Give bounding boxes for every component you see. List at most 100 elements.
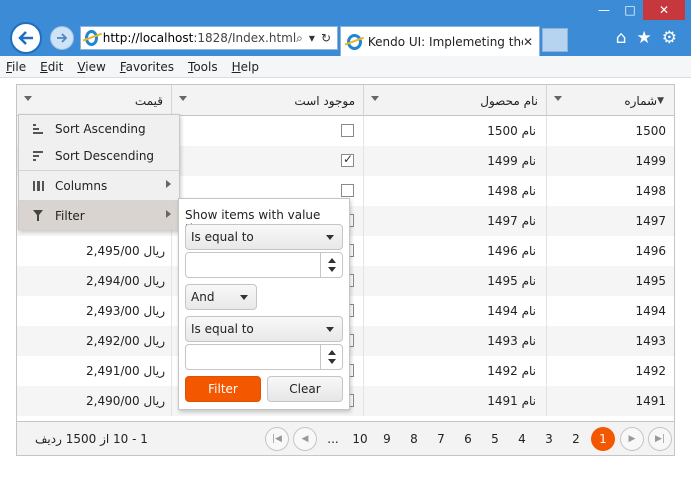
pager-page[interactable]: 6 (456, 427, 480, 451)
menu-filter[interactable]: Filter (19, 201, 179, 230)
grid-pager: |◀ ◀ ... 10 9 8 7 6 5 4 3 2 1 ▶ ▶| 1 - 1… (17, 421, 674, 455)
pager-page[interactable]: 7 (429, 427, 453, 451)
submenu-arrow-icon (166, 180, 171, 188)
close-button[interactable]: ✕ (643, 0, 685, 20)
cell-number: 1494 (546, 296, 674, 326)
sort-desc-icon: ▼ (657, 95, 664, 106)
cell-price: 2,495/00 ریال (86, 244, 165, 258)
minimize-button[interactable]: — (591, 0, 617, 20)
menu-sort-ascending[interactable]: Sort Ascending (19, 115, 179, 142)
menu-bar: File Edit View Favorites Tools Help (0, 56, 691, 78)
spin-down-icon[interactable] (328, 267, 336, 272)
column-menu-icon[interactable] (554, 96, 562, 101)
back-arrow-icon (18, 31, 33, 45)
filter-value-2[interactable] (185, 344, 343, 370)
cell-price: 2,492/00 ریال (86, 334, 165, 348)
filter-value-1[interactable] (185, 252, 343, 278)
cell-number: 1499 (546, 146, 674, 176)
grid-header: ▼ شماره نام محصول موجود است قیمت (17, 85, 674, 116)
header-product-name[interactable]: نام محصول (363, 85, 546, 116)
pager-info: 1 - 10 از 1500 ردیف (35, 432, 148, 446)
tab-close-icon[interactable]: ✕ (523, 35, 533, 49)
column-menu: Sort Ascending Sort Descending Columns F… (18, 114, 180, 230)
pager-page[interactable]: 2 (564, 427, 588, 451)
pager-page[interactable]: 3 (537, 427, 561, 451)
cell-in-stock (171, 146, 363, 176)
menu-edit[interactable]: Edit (40, 60, 63, 74)
sort-descending-icon (31, 149, 45, 163)
clear-button[interactable]: Clear (267, 376, 343, 402)
numeric-spinner[interactable] (320, 345, 342, 369)
browser-chrome: — □ ✕ http://localhost:1828/Index.html ⌕… (0, 0, 691, 56)
cell-number: 1500 (546, 116, 674, 146)
pager-page[interactable]: 4 (510, 427, 534, 451)
spin-up-icon[interactable] (328, 350, 336, 355)
filter-popup: Show items with value that: Is equal to … (178, 198, 350, 410)
maximize-button[interactable]: □ (617, 0, 643, 20)
window-controls: — □ ✕ (591, 0, 685, 22)
cell-price: 2,491/00 ریال (86, 364, 165, 378)
column-menu-icon[interactable] (179, 96, 187, 101)
header-price[interactable]: قیمت (17, 85, 171, 116)
pager-current-page[interactable]: 1 (591, 427, 615, 451)
cell-product-name: نام 1496 (363, 236, 546, 266)
sort-ascending-icon (31, 122, 45, 136)
cell-product-name: نام 1498 (363, 176, 546, 206)
address-bar[interactable]: http://localhost:1828/Index.html ⌕ ▾ ↻ (80, 26, 338, 50)
pager-prev-button[interactable]: ◀ (293, 427, 317, 451)
pager-page-more[interactable]: ... (321, 427, 345, 451)
menu-view[interactable]: View (77, 60, 105, 74)
column-menu-icon[interactable] (371, 96, 379, 101)
spin-down-icon[interactable] (328, 359, 336, 364)
cell-price: 2,494/00 ریال (86, 274, 165, 288)
menu-columns[interactable]: Columns (19, 171, 179, 200)
pager-page[interactable]: 10 (348, 427, 372, 451)
menu-help[interactable]: Help (232, 60, 259, 74)
numeric-spinner[interactable] (320, 253, 342, 277)
pager-next-button[interactable]: ▶ (620, 427, 644, 451)
filter-operator-1[interactable]: Is equal to (185, 224, 343, 250)
favorites-star-icon[interactable]: ★ (637, 28, 652, 48)
filter-button[interactable]: Filter (185, 376, 261, 402)
back-button[interactable] (10, 22, 42, 54)
dropdown-caret-icon (240, 295, 248, 300)
cell-number: 1492 (546, 356, 674, 386)
cell-number: 1493 (546, 326, 674, 356)
dropdown-icon[interactable]: ▾ (309, 31, 315, 46)
pager-first-button[interactable]: |◀ (265, 427, 289, 451)
cell-number: 1495 (546, 266, 674, 296)
pager-page[interactable]: 9 (375, 427, 399, 451)
in-stock-checkbox[interactable] (341, 152, 354, 167)
header-number[interactable]: ▼ شماره (546, 85, 674, 116)
header-in-stock[interactable]: موجود است (171, 85, 363, 116)
cell-product-name: نام 1499 (363, 146, 546, 176)
refresh-icon[interactable]: ↻ (321, 31, 331, 46)
cell-number: 1498 (546, 176, 674, 206)
forward-button[interactable] (50, 26, 74, 50)
menu-favorites[interactable]: Favorites (120, 60, 174, 74)
gear-icon[interactable]: ⚙ (662, 28, 677, 48)
filter-operator-2[interactable]: Is equal to (185, 316, 343, 342)
menu-sort-descending[interactable]: Sort Descending (19, 142, 179, 169)
cell-product-name: نام 1497 (363, 206, 546, 236)
spin-up-icon[interactable] (328, 258, 336, 263)
filter-logic[interactable]: And (185, 284, 257, 310)
pager-last-button[interactable]: ▶| (648, 427, 672, 451)
browser-tab[interactable]: Kendo UI: Implemeting the ... ✕ (340, 26, 540, 56)
menu-tools[interactable]: Tools (188, 60, 218, 74)
menu-file[interactable]: File (6, 60, 26, 74)
in-stock-checkbox[interactable] (341, 184, 354, 197)
forward-arrow-icon (57, 33, 68, 43)
home-icon[interactable]: ⌂ (616, 28, 627, 48)
filter-funnel-icon (31, 209, 45, 223)
column-menu-icon[interactable] (24, 96, 32, 101)
cell-price: 2,490/00 ریال (86, 394, 165, 408)
search-icon[interactable]: ⌕ (296, 31, 303, 46)
pager-page[interactable]: 8 (402, 427, 426, 451)
pager-page[interactable]: 5 (483, 427, 507, 451)
cell-number: 1491 (546, 386, 674, 416)
new-tab-button[interactable] (542, 28, 568, 52)
ie-logo-icon (85, 30, 98, 46)
cell-product-name: نام 1494 (363, 296, 546, 326)
in-stock-checkbox[interactable] (341, 124, 354, 137)
